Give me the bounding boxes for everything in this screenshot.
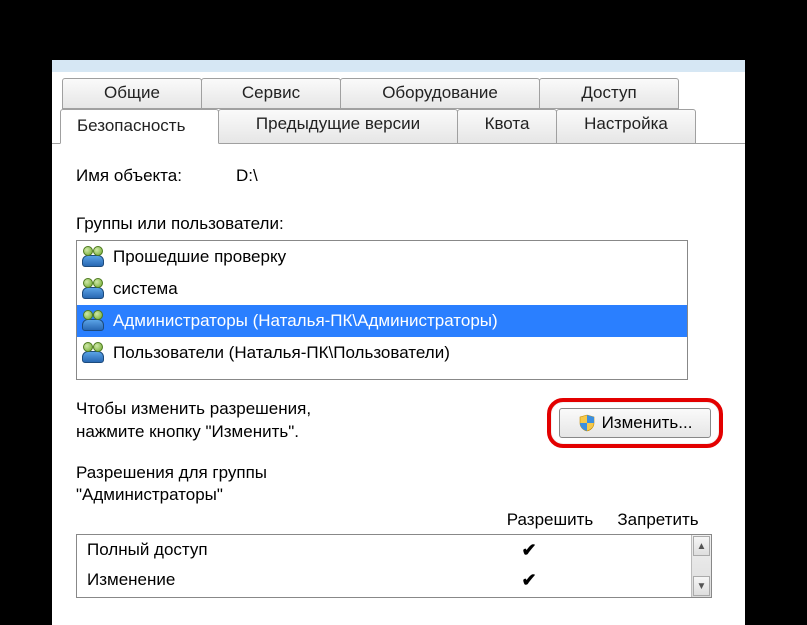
users-icon bbox=[81, 310, 107, 332]
allow-column-header: Разрешить bbox=[496, 510, 604, 530]
tab-access[interactable]: Доступ bbox=[539, 78, 679, 109]
tabs-row-2: Безопасность Предыдущие версии Квота Нас… bbox=[60, 109, 745, 144]
permissions-title: Разрешения для группы "Администраторы" bbox=[76, 462, 723, 506]
permission-name: Полный доступ bbox=[87, 540, 475, 560]
list-item-label: Прошедшие проверку bbox=[113, 247, 286, 267]
list-item-label: Пользователи (Наталья-ПК\Пользователи) bbox=[113, 343, 450, 363]
change-hint-text: Чтобы изменить разрешения, нажмите кнопк… bbox=[76, 398, 311, 444]
scrollbar[interactable]: ▲ ▼ bbox=[691, 535, 711, 597]
change-button-label: Изменить... bbox=[602, 413, 693, 433]
tab-settings[interactable]: Настройка bbox=[556, 109, 696, 144]
tab-general[interactable]: Общие bbox=[62, 78, 202, 109]
allow-checkmark: ✔ bbox=[475, 570, 583, 591]
users-icon bbox=[81, 342, 107, 364]
list-item-label: система bbox=[113, 279, 178, 299]
groups-listbox[interactable]: Прошедшие проверку система Администратор… bbox=[76, 240, 688, 380]
highlight-annotation: Изменить... bbox=[547, 398, 723, 448]
tabs-row-1: Общие Сервис Оборудование Доступ bbox=[62, 78, 745, 109]
scroll-down-button[interactable]: ▼ bbox=[693, 576, 710, 596]
tab-hardware[interactable]: Оборудование bbox=[340, 78, 540, 109]
list-item[interactable]: Администраторы (Наталья-ПК\Администратор… bbox=[77, 305, 687, 337]
tab-previous-versions[interactable]: Предыдущие версии bbox=[218, 109, 458, 144]
scroll-track[interactable] bbox=[692, 557, 711, 575]
scroll-up-button[interactable]: ▲ bbox=[693, 536, 710, 556]
allow-checkmark: ✔ bbox=[475, 540, 583, 561]
tab-service[interactable]: Сервис bbox=[201, 78, 341, 109]
change-button[interactable]: Изменить... bbox=[559, 408, 711, 438]
object-name-value: D:\ bbox=[236, 166, 258, 186]
permission-name: Изменение bbox=[87, 570, 475, 590]
properties-dialog: Общие Сервис Оборудование Доступ Безопас… bbox=[52, 60, 745, 625]
security-panel: Имя объекта: D:\ Группы или пользователи… bbox=[52, 143, 745, 598]
list-item[interactable]: Пользователи (Наталья-ПК\Пользователи) bbox=[77, 337, 687, 369]
list-item-label: Администраторы (Наталья-ПК\Администратор… bbox=[113, 311, 498, 331]
users-icon bbox=[81, 278, 107, 300]
permissions-headers: Разрешить Запретить bbox=[76, 510, 712, 530]
permission-row[interactable]: Изменение ✔ bbox=[77, 565, 691, 595]
list-item[interactable]: Прошедшие проверку bbox=[77, 241, 687, 273]
tab-quota[interactable]: Квота bbox=[457, 109, 557, 144]
list-item[interactable]: система bbox=[77, 273, 687, 305]
permission-row[interactable]: Полный доступ ✔ bbox=[77, 535, 691, 565]
groups-label: Группы или пользователи: bbox=[76, 214, 723, 234]
deny-column-header: Запретить bbox=[604, 510, 712, 530]
shield-icon bbox=[578, 414, 596, 432]
object-name-row: Имя объекта: D:\ bbox=[76, 166, 723, 186]
users-icon bbox=[81, 246, 107, 268]
tab-security[interactable]: Безопасность bbox=[60, 109, 219, 144]
object-name-label: Имя объекта: bbox=[76, 166, 236, 186]
permissions-listbox[interactable]: Полный доступ ✔ Изменение ✔ ▲ ▼ bbox=[76, 534, 712, 598]
